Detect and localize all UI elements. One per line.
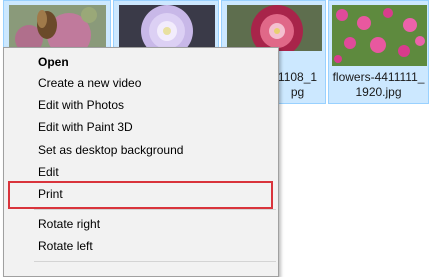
- menu-item-rotate-right[interactable]: Rotate right: [4, 213, 278, 235]
- file-name-line-1: flowers-4411111_: [332, 70, 425, 84]
- menu-item-rotate-left[interactable]: Rotate left: [4, 235, 278, 257]
- menu-separator: [34, 261, 276, 262]
- menu-separator: [34, 209, 276, 210]
- thumbnail-butterfly-flower: [9, 5, 106, 47]
- menu-item-set-desktop-background[interactable]: Set as desktop background: [4, 139, 278, 161]
- menu-item-open[interactable]: Open: [4, 51, 278, 73]
- menu-item-edit[interactable]: Edit: [4, 161, 278, 183]
- file-name-line-2: 1920.jpg: [355, 85, 402, 99]
- thumbnail-pink-flowers: [332, 5, 427, 66]
- thumbnail-purple-dahlia: [119, 5, 215, 47]
- print-highlight-box: [8, 181, 273, 209]
- file-tile-4[interactable]: flowers-4411111_ 1920.jpg: [328, 0, 429, 104]
- menu-item-create-video[interactable]: Create a new video: [4, 72, 278, 94]
- menu-item-edit-with-photos[interactable]: Edit with Photos: [4, 94, 278, 116]
- context-menu: Open Create a new video Edit with Photos…: [3, 47, 279, 277]
- menu-item-edit-with-paint3d[interactable]: Edit with Paint 3D: [4, 116, 278, 138]
- thumbnail-red-dahlia: [227, 5, 322, 51]
